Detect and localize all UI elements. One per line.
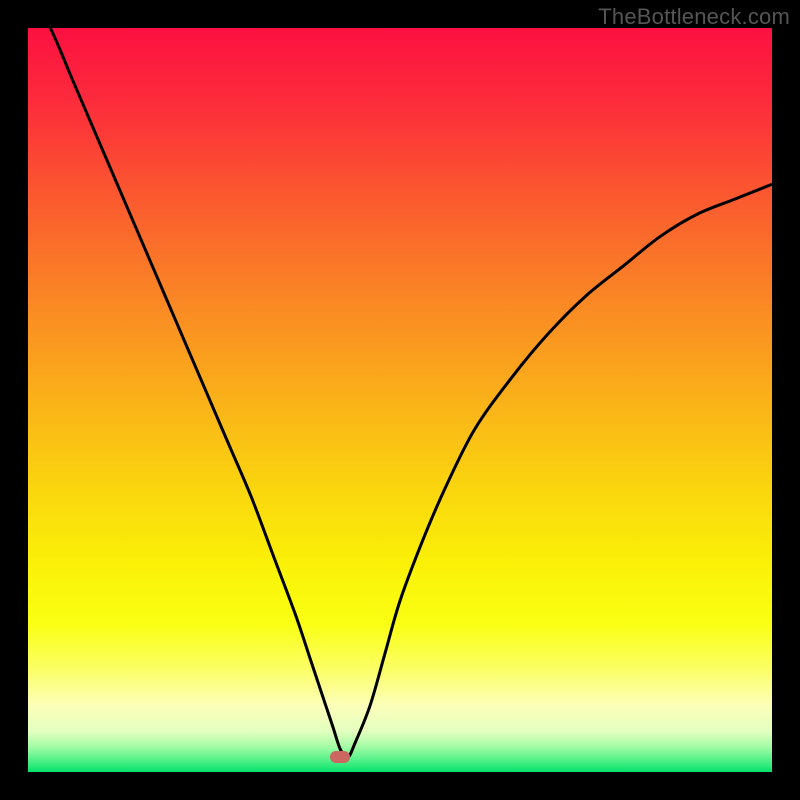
plot-area (28, 28, 772, 772)
chart-container: TheBottleneck.com (0, 0, 800, 800)
optimal-marker (330, 751, 350, 763)
curve-layer (28, 28, 772, 772)
watermark-text: TheBottleneck.com (598, 4, 790, 30)
bottleneck-curve (28, 28, 772, 757)
